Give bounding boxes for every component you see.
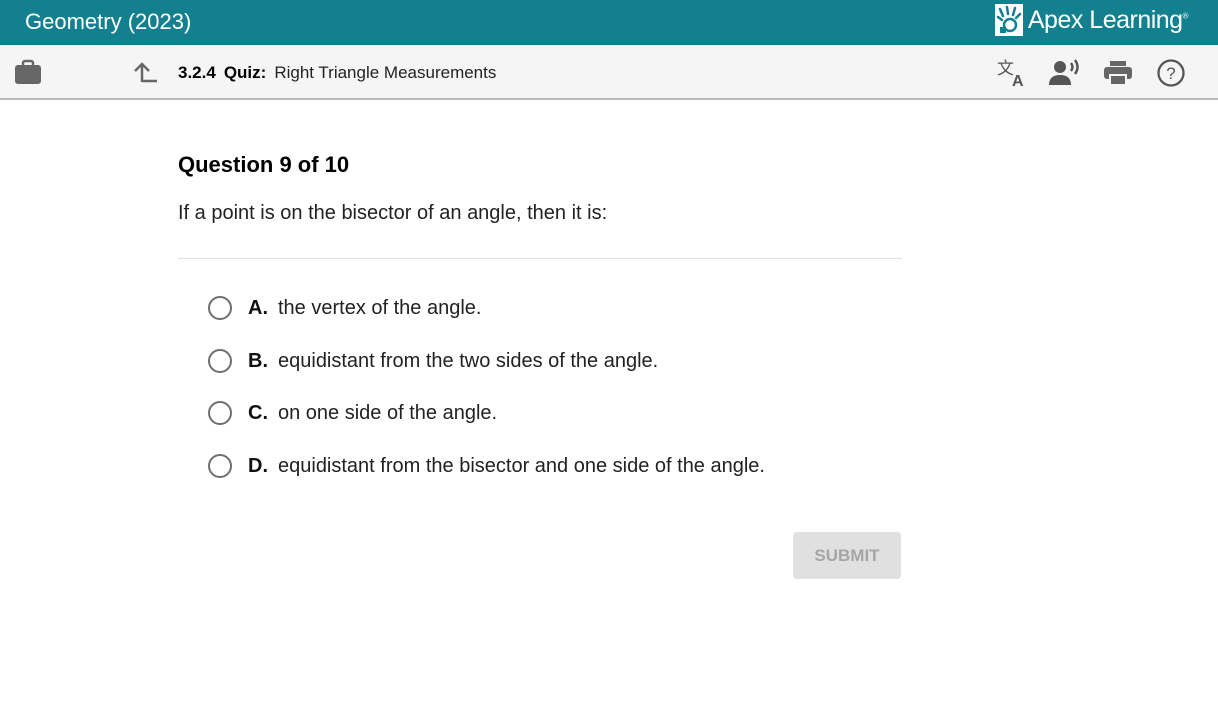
- submit-button[interactable]: SUBMIT: [793, 532, 901, 579]
- breadcrumb: 3.2.4 Quiz: Right Triangle Measurements: [178, 62, 496, 84]
- option-letter: B.: [248, 349, 268, 372]
- toolbar: 3.2.4 Quiz: Right Triangle Measurements 文A…: [0, 45, 1218, 100]
- option-text: the vertex of the angle.: [278, 296, 482, 319]
- briefcase-icon[interactable]: [14, 59, 42, 85]
- answer-option-b[interactable]: B. equidistant from the two sides of the…: [208, 346, 658, 376]
- answer-option-d[interactable]: D. equidistant from the bisector and one…: [208, 451, 765, 481]
- apex-logo-icon: [994, 4, 1023, 36]
- option-text: equidistant from the bisector and one si…: [278, 454, 765, 477]
- divider: [178, 258, 902, 259]
- question-title: Question 9 of 10: [178, 152, 350, 177]
- question-prompt: If a point is on the bisector of an angl…: [178, 202, 608, 224]
- radio-button[interactable]: [208, 454, 232, 478]
- option-letter: D.: [248, 454, 268, 477]
- radio-button[interactable]: [208, 401, 232, 425]
- radio-button[interactable]: [208, 349, 232, 373]
- option-letter: A.: [248, 296, 268, 319]
- answer-option-c[interactable]: C. on one side of the angle.: [208, 398, 497, 428]
- up-arrow-icon[interactable]: [133, 60, 159, 84]
- top-bar: Geometry (2023) Apex Learning®: [0, 0, 1218, 45]
- svg-text:A: A: [1012, 73, 1024, 88]
- option-text: equidistant from the two sides of the an…: [278, 349, 659, 372]
- breadcrumb-type: Quiz:: [223, 63, 267, 82]
- help-icon[interactable]: ?: [1156, 58, 1186, 88]
- course-title: Geometry (2023): [25, 9, 192, 34]
- radio-button[interactable]: [208, 296, 232, 320]
- breadcrumb-title: Right Triangle Measurements: [274, 63, 497, 82]
- svg-text:?: ?: [1166, 64, 1175, 83]
- brand-name: Apex Learning®: [1027, 5, 1189, 34]
- option-letter: C.: [248, 401, 268, 424]
- answer-option-a[interactable]: A. the vertex of the angle.: [208, 293, 481, 323]
- read-aloud-icon[interactable]: [1049, 59, 1081, 87]
- print-icon[interactable]: [1103, 59, 1133, 87]
- breadcrumb-number: 3.2.4: [178, 63, 216, 82]
- option-text: on one side of the angle.: [278, 401, 498, 424]
- translate-icon[interactable]: 文A: [997, 58, 1029, 88]
- brand-logo: Apex Learning®: [994, 4, 1189, 36]
